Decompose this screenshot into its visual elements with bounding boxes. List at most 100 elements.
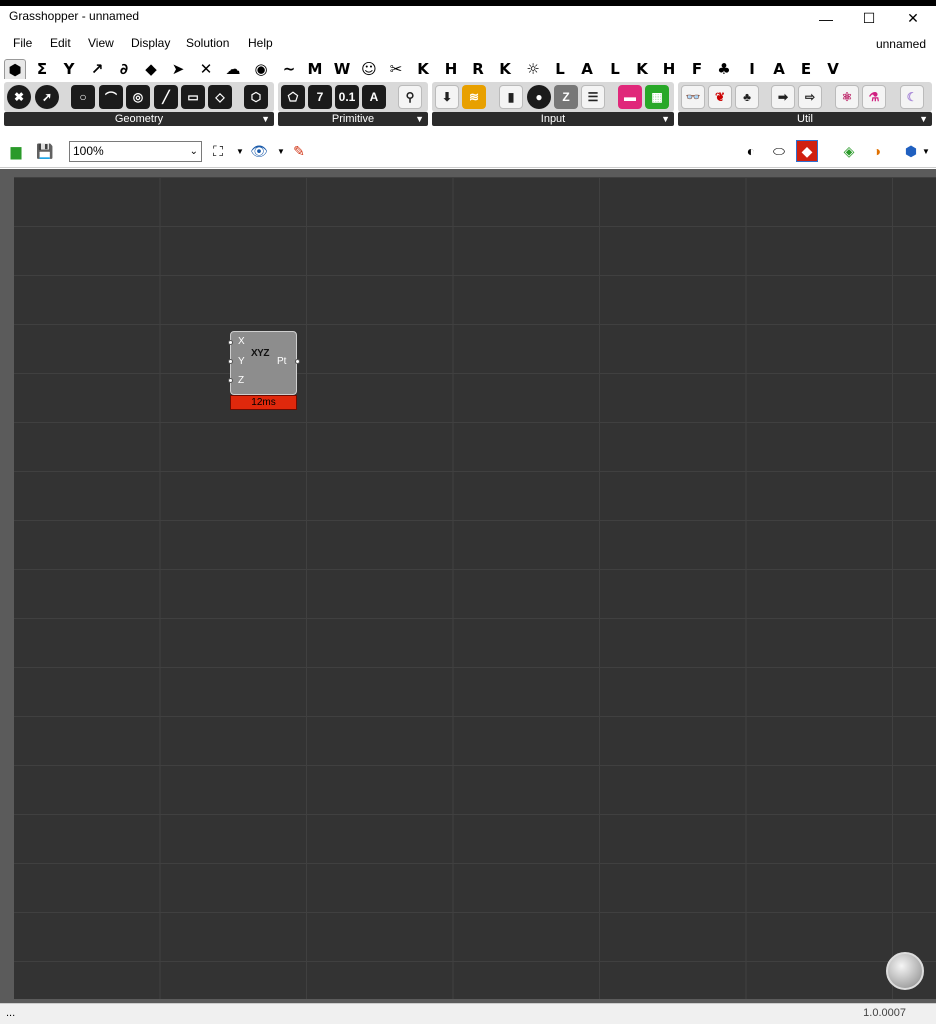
panel-util: 👓 ❦ ♣ ➡ ⇨ ⚛ ⚗ ☾ Util ▼ [678,82,932,126]
tab-plugin-k2[interactable]: K [494,59,516,79]
tab-curve[interactable]: ∂ [113,59,135,79]
toggle-icon[interactable]: ▮ [499,85,523,109]
menu-display[interactable]: Display [131,36,170,50]
panel-swatch-icon[interactable]: ▬ [618,85,642,109]
molecule-icon[interactable]: ⚛ [835,85,859,109]
sketch-pen-icon[interactable]: ✎ [288,140,310,162]
definition-canvas[interactable]: X Y Z XYZ Pt 12ms [14,177,936,999]
tab-display[interactable]: ◉ [250,59,272,79]
component-body[interactable]: X Y Z XYZ Pt [228,331,300,395]
boolean-icon[interactable]: ⬠ [281,85,305,109]
preview-selected-icon[interactable]: ◈ [838,140,860,162]
text-icon[interactable]: A [362,85,386,109]
geometry-icon[interactable]: ⬡ [244,85,268,109]
glasses-icon[interactable]: 👓 [681,85,705,109]
graph-mapper-icon[interactable]: ≋ [462,85,486,109]
chevron-down-icon[interactable]: ▼ [920,140,932,162]
tab-plugin-k3[interactable]: K [631,59,653,79]
tab-plugin-r[interactable]: R [467,59,489,79]
tab-params[interactable]: ⬢ [4,59,26,79]
tab-plugin-h2[interactable]: H [658,59,680,79]
menu-view[interactable]: View [88,36,114,50]
output-grip-pt[interactable] [295,359,300,364]
input-grip-z[interactable] [228,378,233,383]
tab-transform[interactable]: ☁ [222,59,244,79]
path-icon[interactable]: ⚲ [398,85,422,109]
tab-plugin-f[interactable]: F [686,59,708,79]
tab-intersect[interactable]: ✕ [195,59,217,79]
curve-icon[interactable]: ⌒ [99,85,123,109]
expand-arrow-icon[interactable]: ▼ [661,112,670,126]
tree-icon[interactable]: ♣ [735,85,759,109]
preview-wireframe-icon[interactable]: ⬭ [768,140,790,162]
document-name: unnamed [875,37,926,51]
zoom-extents-icon[interactable]: ⛶ [207,140,229,162]
moon-icon[interactable]: ☾ [900,85,924,109]
input-grip-y[interactable] [228,359,233,364]
expand-arrow-icon[interactable]: ▼ [415,112,424,126]
preview-off-icon[interactable]: ◐ [740,140,762,162]
construct-point-component[interactable]: X Y Z XYZ Pt 12ms [228,331,300,411]
tab-plugin-w[interactable]: W [331,59,353,79]
tab-plugin-l1[interactable]: L [549,59,571,79]
close-button[interactable]: ✕ [890,6,936,31]
material-icon[interactable]: ◑ [866,140,888,162]
menu-edit[interactable]: Edit [50,36,71,50]
value-list-icon[interactable]: ☰ [581,85,605,109]
save-file-icon[interactable]: 💾 [34,140,56,162]
panel-label-util: Util [797,113,813,125]
gradient-icon[interactable]: ▦ [645,85,669,109]
eye-icon[interactable]: 👁 [248,140,270,162]
input-grip-x[interactable] [228,340,233,345]
tab-plugin-fish[interactable]: ✂ [385,59,407,79]
menu-help[interactable]: Help [248,36,273,50]
tab-maths[interactable]: Σ [31,59,53,79]
circular-arc-icon[interactable]: ◎ [126,85,150,109]
canvas-navigation-widget[interactable] [886,952,924,990]
integer-icon[interactable]: 7 [308,85,332,109]
tab-plugin-tree[interactable]: ♣ [713,59,735,79]
button-icon[interactable]: ● [527,85,551,109]
tab-plugin-v[interactable]: V [822,59,844,79]
tab-plugin-e[interactable]: E [795,59,817,79]
mesh-settings-icon[interactable]: ⬢ [900,140,922,162]
preview-shaded-icon[interactable]: ◆ [796,140,818,162]
box-icon[interactable]: ✖ [7,85,31,109]
menu-file[interactable]: File [13,36,32,50]
cherries-icon[interactable]: ❦ [708,85,732,109]
minimize-button[interactable]: — [803,6,849,31]
tab-plugin-h1[interactable]: H [440,59,462,79]
point-icon[interactable]: ◇ [208,85,232,109]
tab-plugin-a1[interactable]: A [576,59,598,79]
tab-plugin-badge[interactable]: ☼ [522,59,544,79]
arrow-right-icon[interactable]: ➡ [771,85,795,109]
number-icon[interactable]: 0.1 [335,85,359,109]
digit-scroller-icon[interactable]: Z [554,85,578,109]
tab-vector[interactable]: ↗ [86,59,108,79]
tab-plugin-m[interactable]: M [304,59,326,79]
maximize-button[interactable]: ☐ [846,6,892,31]
flask-icon[interactable]: ⚗ [862,85,886,109]
brep-icon[interactable]: ➚ [35,85,59,109]
tab-plugin-l2[interactable]: L [604,59,626,79]
plane-icon[interactable]: ▭ [181,85,205,109]
construct-point-icon: XYZ [251,348,269,359]
line-icon[interactable]: ╱ [154,85,178,109]
tab-plugin-i[interactable]: I [741,59,763,79]
zoom-dropdown[interactable]: 100% ⌄ [69,141,202,162]
circle-icon[interactable]: ○ [71,85,95,109]
open-file-icon[interactable]: ▆ [5,140,27,162]
expand-arrow-icon[interactable]: ▼ [919,112,928,126]
expand-arrow-icon[interactable]: ▼ [261,112,270,126]
tab-plugin-1[interactable]: ~ [278,59,300,79]
status-text: ... [6,1007,16,1019]
arrow-outline-icon[interactable]: ⇨ [798,85,822,109]
number-slider-icon[interactable]: ⬇ [435,85,459,109]
tab-mesh[interactable]: ➤ [167,59,189,79]
tab-plugin-face[interactable]: ☺ [358,59,380,79]
menu-solution[interactable]: Solution [186,36,229,50]
tab-plugin-a2[interactable]: A [768,59,790,79]
tab-plugin-k1[interactable]: K [412,59,434,79]
tab-surface[interactable]: ◆ [140,59,162,79]
tab-sets[interactable]: Y [58,59,80,79]
